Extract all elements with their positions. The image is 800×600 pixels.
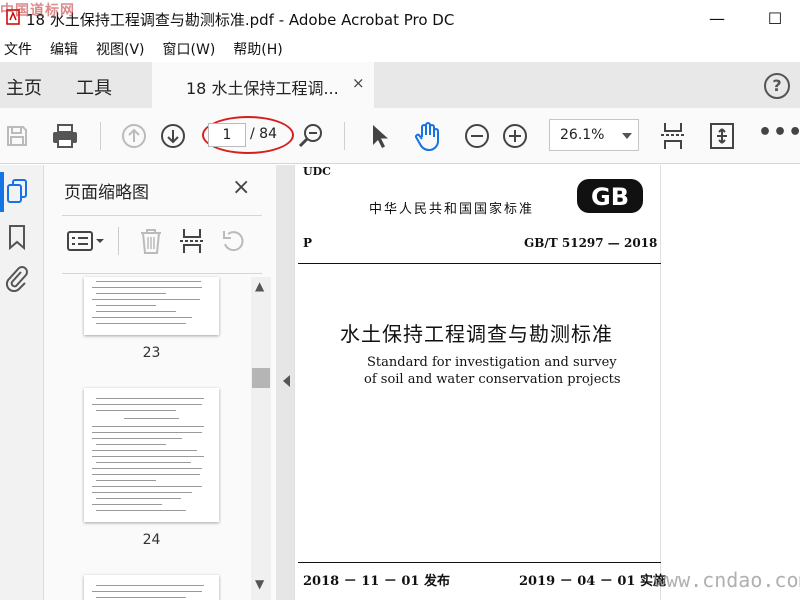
doc-national-standard: 中华人民共和国国家标准 [369, 202, 535, 217]
thumbnail-scrollbar[interactable] [251, 277, 271, 600]
help-button[interactable]: ? [764, 73, 790, 99]
panel-tools-separator [118, 227, 119, 255]
menu-help[interactable]: 帮助(H) [233, 39, 282, 59]
menu-window[interactable]: 窗口(W) [163, 39, 216, 59]
select-arrow-icon[interactable] [364, 121, 394, 151]
menu-file[interactable]: 文件 [4, 39, 32, 59]
panel-title: 页面缩略图 [64, 183, 149, 203]
thumbnail-panel: 页面缩略图 × 23 24 ▲ ▼ [44, 165, 276, 600]
doc-title-en-line1: Standard for investigation and survey [367, 355, 617, 370]
bookmark-icon[interactable] [5, 224, 29, 250]
scroll-up-icon[interactable]: ▲ [255, 279, 264, 293]
delete-page-icon[interactable] [138, 227, 164, 255]
zoom-value: 26.1% [560, 127, 605, 143]
window-title: 18 水土保持工程调查与勘测标准.pdf - Adobe Acrobat Pro… [26, 11, 455, 29]
scroll-down-icon[interactable]: ▼ [255, 577, 264, 591]
thumbnail-options-icon[interactable] [66, 229, 106, 253]
site-watermark-top: 中国道标网 [0, 3, 75, 19]
page-number-input[interactable]: 1 [208, 123, 246, 147]
page-thumbnail-23[interactable] [84, 277, 219, 335]
panel-close-button[interactable]: × [232, 175, 250, 200]
fullscreen-icon[interactable] [707, 121, 737, 151]
tab-close-button[interactable]: × [352, 74, 365, 92]
doc-title-en-line2: of soil and water conservation projects [364, 372, 621, 387]
minimize-button[interactable]: — [702, 6, 732, 30]
toolbar-separator [344, 122, 345, 150]
doc-p-label: P [303, 236, 313, 250]
tab-bar: 主页 工具 [0, 62, 800, 108]
next-page-icon[interactable] [158, 121, 188, 151]
menu-view[interactable]: 视图(V) [96, 39, 145, 59]
doc-udc: UDC [303, 165, 331, 178]
zoom-out-icon[interactable] [462, 121, 492, 151]
page-total-count: / 84 [250, 126, 277, 142]
maximize-button[interactable]: ☐ [760, 6, 790, 30]
navrail-active-indicator [0, 172, 4, 212]
chevron-down-icon [622, 133, 632, 139]
print-icon[interactable] [50, 121, 80, 151]
tab-document-label: 18 水土保持工程调... [186, 79, 339, 98]
site-watermark-bottom: www.cndao.com [654, 568, 800, 592]
collapse-arrow-icon[interactable] [283, 375, 290, 387]
toolbar [0, 108, 800, 164]
doc-standard-code: GB/T 51297 — 2018 [524, 236, 658, 250]
fit-width-icon[interactable] [658, 121, 688, 151]
doc-title-cn: 水土保持工程调查与勘测标准 [340, 322, 613, 346]
menu-edit[interactable]: 编辑 [50, 39, 78, 59]
thumbnails-icon[interactable] [5, 178, 29, 204]
zoom-search-icon[interactable] [296, 121, 326, 151]
gb-logo-text: GB [591, 183, 629, 211]
thumbnail-page-label: 23 [142, 345, 161, 361]
scrollbar-thumb[interactable] [252, 368, 270, 388]
extract-page-icon[interactable] [178, 227, 206, 255]
panel-toolbar [44, 223, 276, 259]
tab-tools[interactable]: 工具 [76, 74, 112, 100]
doc-rule-top [298, 263, 661, 264]
toolbar-separator [100, 122, 101, 150]
doc-issue-date: 2018 － 11 － 01 发布 [303, 574, 450, 589]
doc-implement-date: 2019 － 04 － 01 实施 [519, 574, 666, 589]
thumbnail-page-label: 24 [142, 532, 161, 548]
prev-page-icon[interactable] [119, 121, 149, 151]
gb-logo: GB [577, 179, 643, 213]
menu-bar: 文件 编辑 视图(V) 窗口(W) 帮助(H) [0, 36, 800, 62]
title-bar: 18 水土保持工程调查与勘测标准.pdf - Adobe Acrobat Pro… [0, 0, 800, 36]
tab-home[interactable]: 主页 [6, 74, 42, 100]
attachment-icon[interactable] [5, 266, 29, 292]
save-icon[interactable] [2, 121, 32, 151]
more-tools-icon[interactable]: ••• [758, 120, 800, 145]
page-thumbnail-25[interactable] [84, 575, 219, 600]
panel-divider [62, 215, 262, 216]
zoom-in-icon[interactable] [500, 121, 530, 151]
panel-divider [62, 273, 262, 274]
tab-document[interactable]: 18 水土保持工程调... × [152, 62, 374, 108]
page-thumbnail-24[interactable] [84, 388, 219, 522]
doc-rule-bottom [298, 562, 661, 563]
hand-icon[interactable] [413, 121, 443, 151]
rotate-page-icon[interactable] [220, 228, 248, 254]
zoom-dropdown[interactable]: 26.1% [549, 119, 639, 151]
